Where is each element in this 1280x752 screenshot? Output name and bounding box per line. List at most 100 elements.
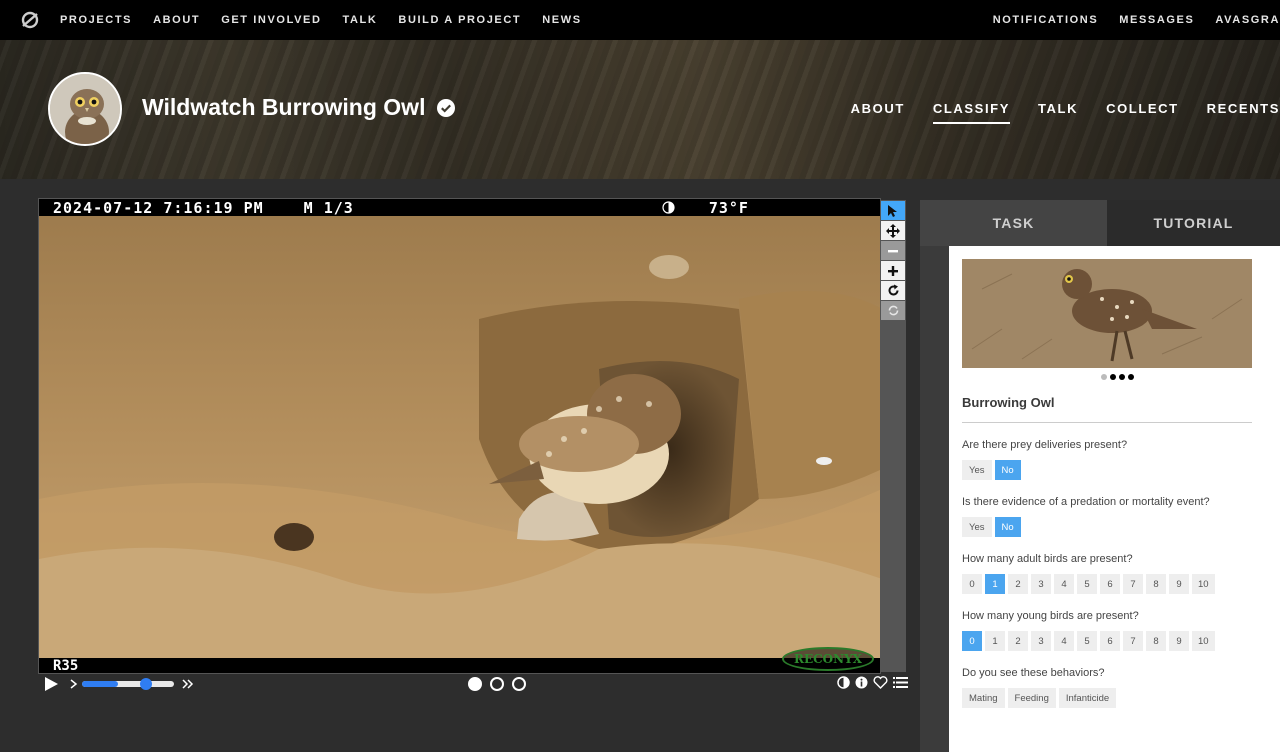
carousel-dot[interactable] <box>1109 374 1116 380</box>
question-adult-count: How many adult birds are present? <box>962 553 1133 565</box>
project-title[interactable]: Wildwatch Burrowing Owl <box>142 94 456 121</box>
answer-0[interactable]: 0 <box>962 631 982 651</box>
play-button[interactable] <box>43 676 59 697</box>
answer-6[interactable]: 6 <box>1100 631 1120 651</box>
project-avatar[interactable] <box>48 72 122 146</box>
answer-no[interactable]: No <box>994 460 1021 480</box>
subject-image <box>39 199 880 673</box>
answer-mating[interactable]: Mating <box>962 688 1005 708</box>
zoom-in-button[interactable] <box>881 261 905 280</box>
zoom-out-button[interactable] <box>881 241 905 260</box>
divider <box>962 422 1252 423</box>
answer-8[interactable]: 8 <box>1146 631 1166 651</box>
tab-task[interactable]: TASK <box>920 200 1107 246</box>
answer-feeding[interactable]: Feeding <box>1007 688 1056 708</box>
carousel-dot[interactable] <box>1118 374 1125 380</box>
answer-4[interactable]: 4 <box>1054 631 1074 651</box>
answer-group: Yes No <box>962 517 1272 537</box>
refresh-icon <box>888 305 898 316</box>
answer-9[interactable]: 9 <box>1169 631 1189 651</box>
answer-8[interactable]: 8 <box>1146 574 1166 594</box>
slider-thumb[interactable] <box>140 678 152 690</box>
nav-notifications[interactable]: NOTIFICATIONS <box>993 14 1099 26</box>
answer-5[interactable]: 5 <box>1077 574 1097 594</box>
temperature: 73°F <box>708 198 749 217</box>
nav-build-a-project[interactable]: BUILD A PROJECT <box>398 14 521 26</box>
answer-3[interactable]: 3 <box>1031 574 1051 594</box>
subject-viewer[interactable]: 2024-07-12 7:16:19 PM M 1/3 73°F R35 REC… <box>38 198 881 674</box>
nav-talk[interactable]: TALK <box>343 14 378 26</box>
timestamp: 2024-07-12 7:16:19 PM <box>53 198 264 217</box>
project-nav-collect[interactable]: COLLECT <box>1106 101 1179 124</box>
answer-9[interactable]: 9 <box>1169 574 1189 594</box>
camera-id-bar: R35 <box>39 658 880 673</box>
play-icon <box>45 677 58 691</box>
answer-2[interactable]: 2 <box>1008 574 1028 594</box>
reset-button[interactable] <box>881 301 905 320</box>
answer-10[interactable]: 10 <box>1192 631 1215 651</box>
image-carousel-dots <box>962 374 1272 381</box>
project-nav-about[interactable]: ABOUT <box>851 101 905 124</box>
info-icon[interactable] <box>855 676 868 689</box>
subject-actions <box>837 676 908 689</box>
answer-5[interactable]: 5 <box>1077 631 1097 651</box>
answer-7[interactable]: 7 <box>1123 574 1143 594</box>
frame-dot-2[interactable] <box>490 677 504 691</box>
moon-phase-icon <box>662 201 675 214</box>
answer-0[interactable]: 0 <box>962 574 982 594</box>
favorite-heart-icon[interactable] <box>873 676 888 689</box>
invert-colors-icon[interactable] <box>837 676 850 689</box>
pan-tool-button[interactable] <box>881 221 905 240</box>
answer-1[interactable]: 1 <box>985 574 1005 594</box>
answer-group: 0 1 2 3 4 5 6 7 8 9 10 <box>962 574 1272 594</box>
image-toolbar <box>880 200 906 672</box>
nav-about[interactable]: ABOUT <box>153 14 200 26</box>
project-nav: ABOUT CLASSIFY TALK COLLECT RECENTS <box>851 101 1280 124</box>
move-icon <box>886 223 900 238</box>
nav-get-involved[interactable]: GET INVOLVED <box>221 14 321 26</box>
answer-6[interactable]: 6 <box>1100 574 1120 594</box>
answer-3[interactable]: 3 <box>1031 631 1051 651</box>
question-predation: Is there evidence of a predation or mort… <box>962 496 1210 508</box>
question-young-count: How many young birds are present? <box>962 610 1139 622</box>
task-tabs: TASK TUTORIAL <box>920 200 1280 246</box>
project-title-text: Wildwatch Burrowing Owl <box>142 94 426 120</box>
minus-icon <box>888 249 898 252</box>
answer-10[interactable]: 10 <box>1192 574 1215 594</box>
zooniverse-logo-icon[interactable] <box>20 10 40 30</box>
nav-user-menu[interactable]: AVASGRA <box>1215 14 1280 26</box>
playback-speed-slider[interactable] <box>70 677 194 691</box>
carousel-dot[interactable] <box>1100 374 1107 380</box>
species-example-image <box>962 259 1252 368</box>
collections-list-icon[interactable] <box>893 676 908 689</box>
project-nav-classify[interactable]: CLASSIFY <box>932 101 1010 124</box>
answer-infanticide[interactable]: Infanticide <box>1058 688 1117 708</box>
nav-messages[interactable]: MESSAGES <box>1119 14 1194 26</box>
site-header: PROJECTS ABOUT GET INVOLVED TALK BUILD A… <box>0 0 1280 40</box>
answer-yes[interactable]: Yes <box>962 460 992 480</box>
answer-7[interactable]: 7 <box>1123 631 1143 651</box>
answer-2[interactable]: 2 <box>1008 631 1028 651</box>
carousel-dot[interactable] <box>1127 374 1134 380</box>
rotate-button[interactable] <box>881 281 905 300</box>
frame-dot-3[interactable] <box>512 677 526 691</box>
tab-tutorial[interactable]: TUTORIAL <box>1107 200 1280 246</box>
project-nav-recents[interactable]: RECENTS <box>1207 101 1280 124</box>
species-name: Burrowing Owl <box>962 395 1055 410</box>
task-panel: TASK TUTORIAL Burrowing Owl Are there pr… <box>920 200 1280 752</box>
answer-no[interactable]: No <box>994 517 1021 537</box>
chevron-right-icon <box>70 679 78 689</box>
nav-projects[interactable]: PROJECTS <box>60 14 132 26</box>
annotate-tool-button[interactable] <box>881 201 905 220</box>
camera-id: R35 <box>53 658 79 674</box>
answer-1[interactable]: 1 <box>985 631 1005 651</box>
double-chevron-right-icon <box>182 679 194 689</box>
answer-yes[interactable]: Yes <box>962 517 992 537</box>
user-nav: NOTIFICATIONS MESSAGES AVASGRA <box>993 0 1280 40</box>
nav-news[interactable]: NEWS <box>542 14 581 26</box>
rotate-icon <box>888 284 898 296</box>
frame-selector <box>468 677 526 691</box>
project-nav-talk[interactable]: TALK <box>1038 101 1078 124</box>
frame-dot-1[interactable] <box>468 677 482 691</box>
answer-4[interactable]: 4 <box>1054 574 1074 594</box>
